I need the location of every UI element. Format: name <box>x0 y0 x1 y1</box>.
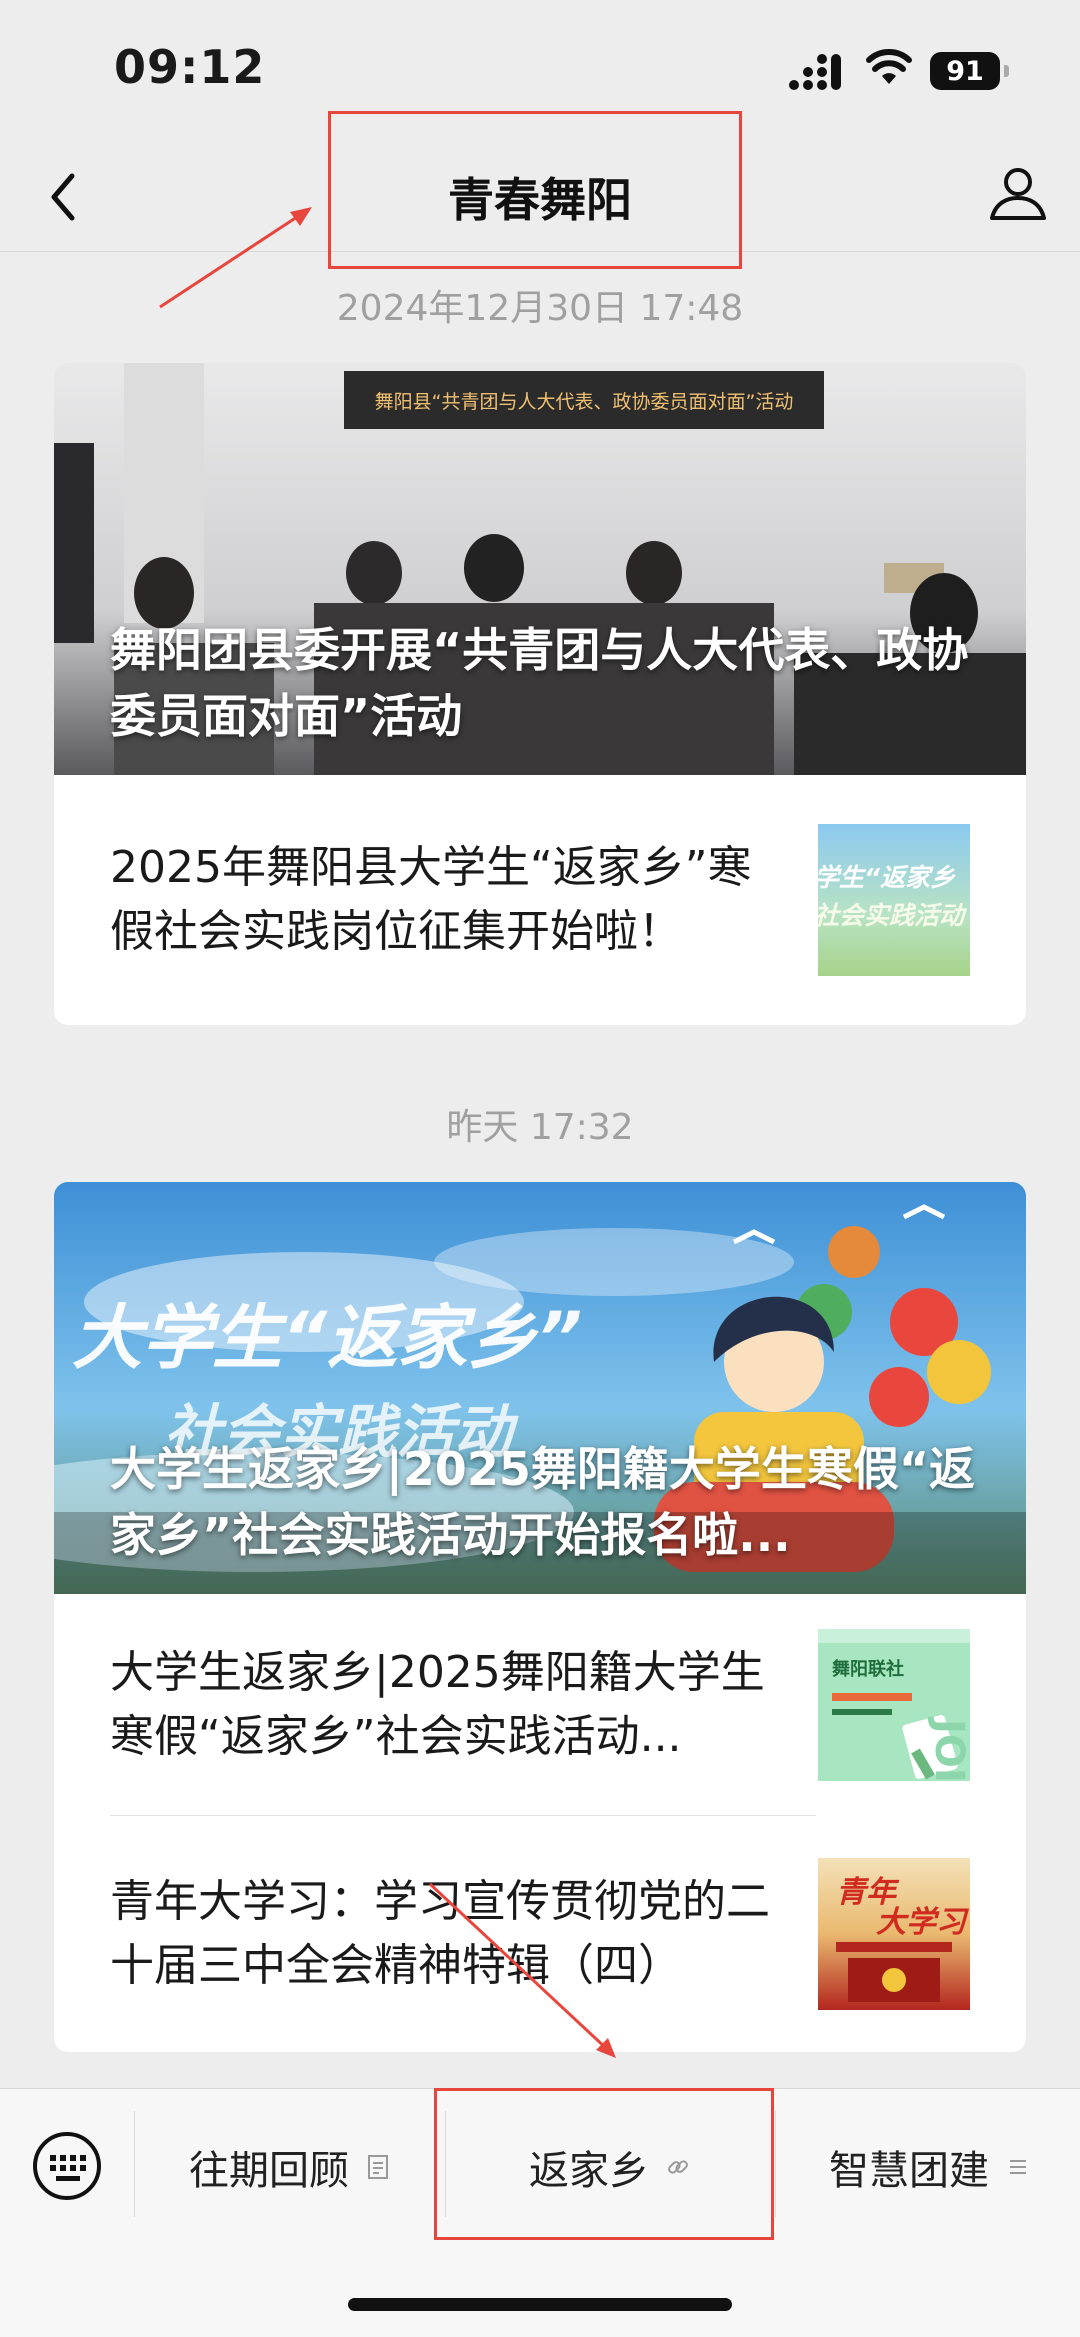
menu-item-label: 往期回顾 <box>189 2148 349 2194</box>
keyboard-icon[interactable] <box>30 2129 104 2203</box>
svg-text:JOIN: JOIN <box>926 1716 970 1781</box>
menu-separator <box>134 2111 135 2217</box>
article-thumbnail: 学生“返家乡 社会实践活动 <box>818 824 970 976</box>
document-icon <box>368 2155 388 2179</box>
meeting-banner-text: 舞阳县“共青团与人大代表、政协委员面对面”活动 <box>375 391 794 413</box>
article-card: 舞阳县“共青团与人大代表、政协委员面对面”活动 舞阳团县委开展“共青团与人大代表… <box>54 363 1026 1025</box>
svg-text:社会实践活动: 社会实践活动 <box>818 901 967 930</box>
annotation-box-title <box>328 111 742 269</box>
wifi-icon <box>866 49 912 84</box>
thumbnail-text: 学生“返家乡 <box>818 863 956 892</box>
thumbnail-text: 舞阳联社 <box>832 1658 904 1680</box>
article-list-item[interactable]: 大学生返家乡|2025舞阳籍大学生寒假“返家乡”社会实践活动... 舞阳联社 J… <box>54 1594 1026 1816</box>
cellular-signal-icon <box>789 54 841 90</box>
home-indicator <box>348 2298 732 2311</box>
article-hero[interactable]: 舞阳县“共青团与人大代表、政协委员面对面”活动 舞阳团县委开展“共青团与人大代表… <box>54 363 1026 775</box>
article-hero-title: 舞阳团县委开展“共青团与人大代表、政协委员面对面”活动 <box>110 623 969 743</box>
battery-tip <box>1004 65 1009 77</box>
article-list-item[interactable]: 2025年舞阳县大学生“返家乡”寒假社会实践岗位征集开始啦！ 学生“返家乡 社会… <box>54 775 1026 1025</box>
status-time: 09:12 <box>114 40 266 94</box>
illustration-text: 大学生“返家乡” <box>72 1297 582 1379</box>
menu-item-smart-league[interactable]: 智慧团建 <box>780 2115 1080 2219</box>
menu-item-history[interactable]: 往期回顾 <box>140 2115 440 2219</box>
annotation-box-menu <box>434 2088 774 2240</box>
article-item-title: 2025年舞阳县大学生“返家乡”寒假社会实践岗位征集开始啦！ <box>110 842 752 957</box>
svg-text:大学习: 大学习 <box>876 1905 970 1940</box>
article-item-title: 大学生返家乡|2025舞阳籍大学生寒假“返家乡”社会实践活动... <box>110 1647 765 1762</box>
article-item-title: 青年大学习：学习宣传贯彻党的二十届三中全会精神特辑（四） <box>110 1876 770 1991</box>
message-timestamp: 2024年12月30日 17:48 <box>336 288 744 329</box>
article-card: 大学生“返家乡” 社会实践活动 大学生返家乡|2025舞阳籍大学生寒假“返家乡”… <box>54 1182 1026 2052</box>
menu-lines-icon <box>1010 2160 1026 2174</box>
article-hero[interactable]: 大学生“返家乡” 社会实践活动 大学生返家乡|2025舞阳籍大学生寒假“返家乡”… <box>54 1182 1026 1594</box>
article-hero-title: 大学生返家乡|2025舞阳籍大学生寒假“返家乡”社会实践活动开始报名啦... <box>110 1442 976 1562</box>
article-thumbnail: 舞阳联社 JOIN <box>818 1629 970 1781</box>
article-thumbnail: 青年 大学习 <box>818 1858 970 2010</box>
profile-icon[interactable] <box>986 162 1050 226</box>
message-timestamp: 昨天 17:32 <box>446 1107 634 1148</box>
battery-indicator: 91 <box>930 52 1009 90</box>
battery-level: 91 <box>930 52 1000 90</box>
article-list-item[interactable]: 青年大学习：学习宣传贯彻党的二十届三中全会精神特辑（四） 青年 大学习 <box>54 1816 1026 2052</box>
menu-item-label: 智慧团建 <box>829 2148 989 2194</box>
menu-separator <box>775 2111 776 2217</box>
